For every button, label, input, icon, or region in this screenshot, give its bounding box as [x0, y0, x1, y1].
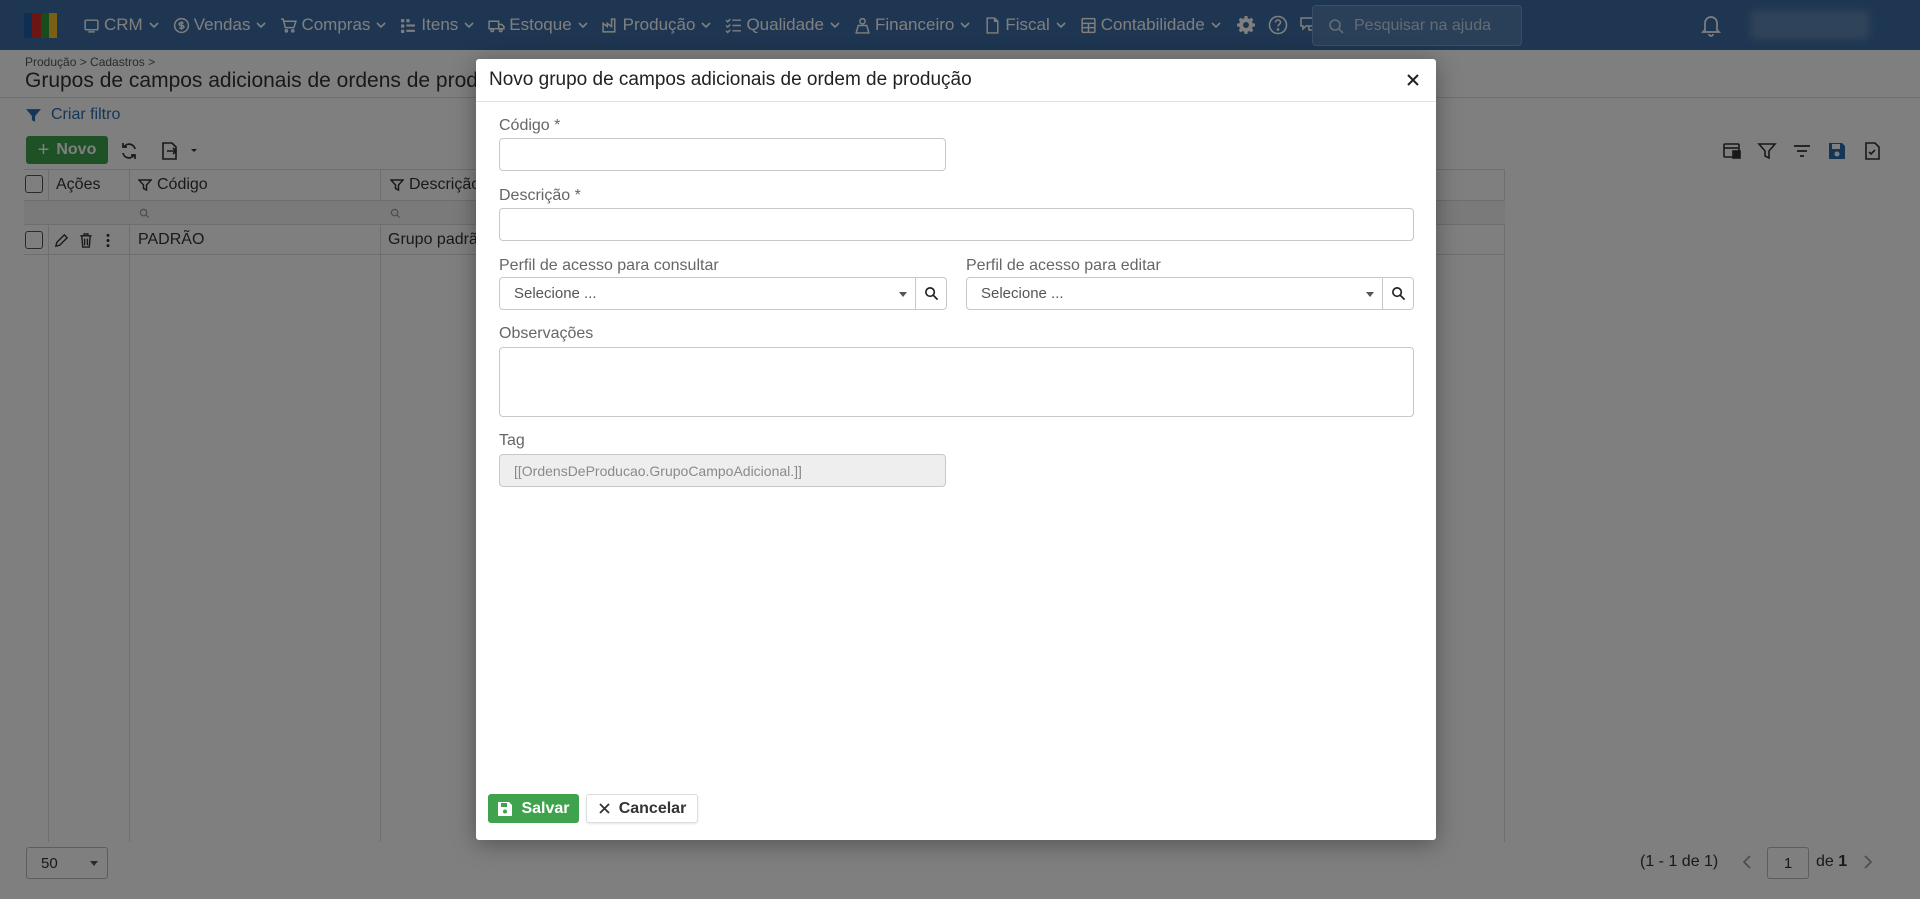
- floppy-icon: [498, 801, 513, 816]
- observacoes-textarea[interactable]: [499, 347, 1414, 417]
- descricao-input[interactable]: [499, 208, 1414, 241]
- codigo-input[interactable]: [499, 138, 946, 171]
- perfil-editar-value: Selecione ...: [981, 285, 1064, 302]
- search-icon: [924, 287, 938, 301]
- save-button-label: Salvar: [521, 799, 570, 817]
- cancel-button[interactable]: Cancelar: [586, 794, 698, 823]
- dialog-title: Novo grupo de campos adicionais de ordem…: [489, 69, 972, 90]
- close-icon: [599, 803, 610, 814]
- tag-label: Tag: [499, 432, 525, 449]
- close-icon[interactable]: [1404, 71, 1422, 89]
- search-icon: [1391, 287, 1405, 301]
- caret-down-icon: [899, 292, 907, 297]
- perfil-consultar-lookup-button[interactable]: [916, 277, 947, 310]
- perfil-consultar-value: Selecione ...: [514, 285, 597, 302]
- caret-down-icon: [1366, 292, 1374, 297]
- cancel-button-label: Cancelar: [618, 799, 687, 817]
- perfil-consultar-select[interactable]: Selecione ...: [499, 277, 916, 310]
- perfil-editar-lookup-button[interactable]: [1383, 277, 1414, 310]
- dialog-divider: [476, 101, 1436, 102]
- perfil-editar-label: Perfil de acesso para editar: [966, 257, 1161, 274]
- new-group-dialog: Novo grupo de campos adicionais de ordem…: [476, 59, 1436, 840]
- save-button[interactable]: Salvar: [488, 794, 579, 823]
- tag-input: [[OrdensDeProducao.GrupoCampoAdicional.]…: [499, 454, 946, 487]
- descricao-label: Descrição *: [499, 187, 581, 204]
- perfil-consultar-label: Perfil de acesso para consultar: [499, 257, 719, 274]
- perfil-editar-select[interactable]: Selecione ...: [966, 277, 1383, 310]
- observacoes-label: Observações: [499, 325, 594, 342]
- codigo-label: Código *: [499, 117, 561, 134]
